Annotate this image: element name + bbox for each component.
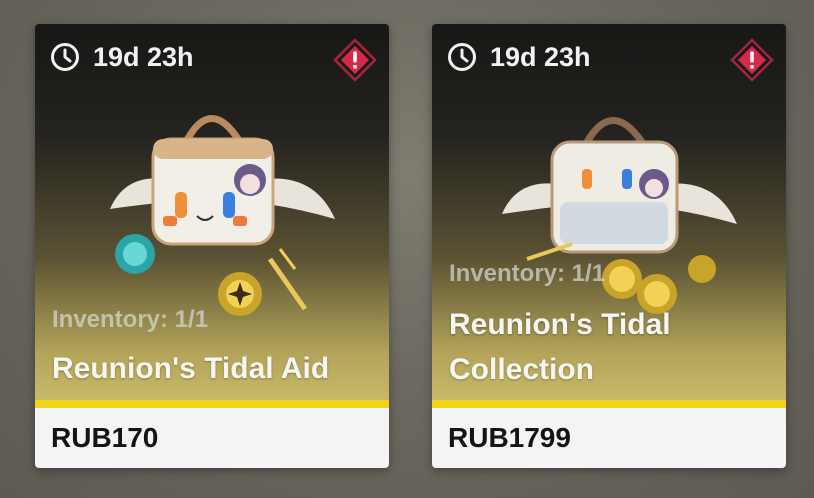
timer-text: 19d 23h bbox=[490, 41, 591, 72]
alert-diamond-icon[interactable] bbox=[333, 38, 377, 82]
accent-strip bbox=[35, 400, 389, 408]
bundle-bag-illustration bbox=[110, 115, 335, 316]
clock-icon bbox=[448, 43, 476, 71]
price-label: RUB1799 bbox=[448, 422, 571, 453]
bundle-bag-illustration bbox=[502, 117, 737, 314]
price-bar[interactable]: RUB1799 bbox=[432, 408, 786, 468]
timer-text: 19d 23h bbox=[93, 41, 194, 72]
alert-diamond-icon[interactable] bbox=[730, 38, 774, 82]
inventory-count: Inventory: 1/1 bbox=[449, 260, 606, 287]
inventory-count: Inventory: 1/1 bbox=[52, 306, 209, 333]
shop-card-tidal-collection[interactable]: 19d 23h Inventory: 1/1 Reunion's Tidal C… bbox=[432, 24, 786, 468]
timer: 19d 23h bbox=[446, 41, 591, 73]
item-name-line-1: Reunion's Tidal bbox=[449, 308, 671, 341]
price-bar[interactable]: RUB170 bbox=[35, 408, 389, 468]
timer: 19d 23h bbox=[49, 41, 194, 73]
price-label: RUB170 bbox=[51, 422, 159, 453]
item-name: Reunion's Tidal Collection bbox=[449, 302, 739, 392]
shop-card-tidal-aid[interactable]: 19d 23h Inventory: 1/1 Reunion's Tidal A… bbox=[35, 24, 389, 468]
item-name-line-2: Collection bbox=[449, 353, 595, 386]
item-name: Reunion's Tidal Aid bbox=[52, 352, 330, 385]
clock-icon bbox=[51, 43, 79, 71]
accent-strip bbox=[432, 400, 786, 408]
